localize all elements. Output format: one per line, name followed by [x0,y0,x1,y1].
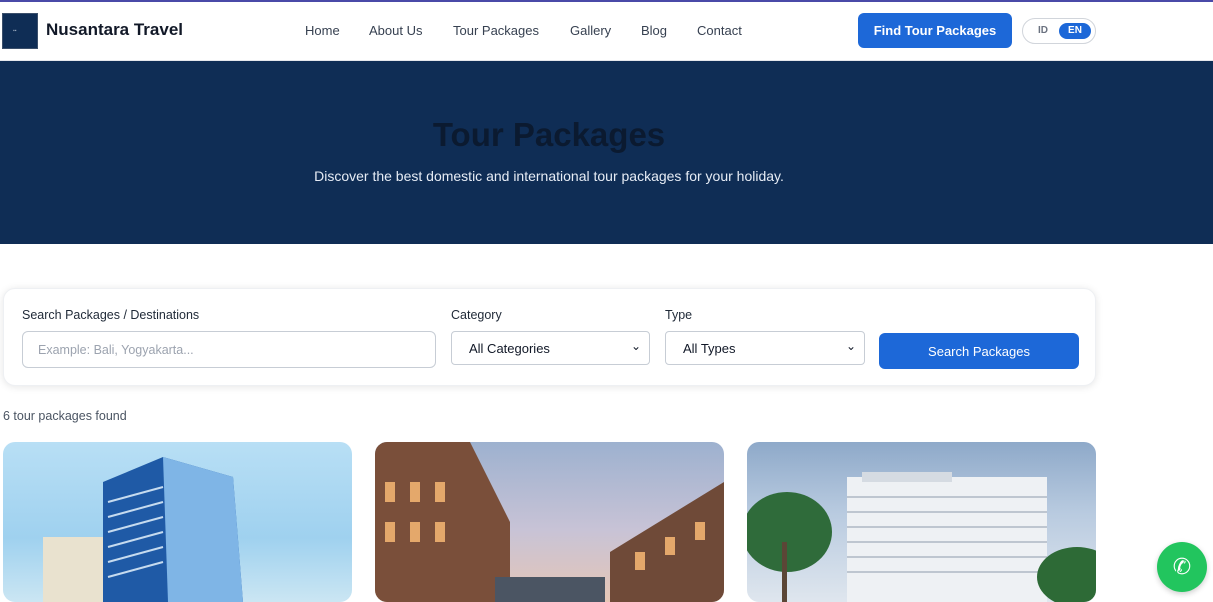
lang-en-option[interactable]: EN [1059,23,1091,39]
category-select-value: All Categories [469,341,550,356]
search-form: Search Packages / Destinations Category … [3,288,1096,386]
brand-name[interactable]: Nusantara Travel [46,20,183,40]
chevron-down-icon: ⌄ [845,339,856,353]
logo-icon[interactable]: ▪▪ [2,13,38,49]
lang-id-option[interactable]: ID [1031,23,1055,39]
package-card-image[interactable] [375,442,724,602]
chevron-down-icon: ⌄ [630,339,641,353]
category-select[interactable]: All Categories ⌄ [451,331,650,365]
results-count: 6 tour packages found [3,409,127,423]
package-card-image[interactable] [747,442,1096,602]
hotel-courtyard-image [375,442,724,602]
type-label: Type [665,308,693,322]
hotel-tower-image [43,457,243,602]
package-card-image[interactable] [3,442,352,602]
nav-gallery[interactable]: Gallery [570,23,611,38]
nav-home[interactable]: Home [305,23,340,38]
nav-about-us[interactable]: About Us [369,23,422,38]
page-title: Tour Packages [432,116,666,153]
whatsapp-icon[interactable]: ✆ [1157,542,1207,592]
category-label: Category [451,308,502,322]
site-header: ▪▪ Nusantara Travel Home About Us Tour P… [0,2,1213,61]
nav-blog[interactable]: Blog [641,23,667,38]
nav-contact[interactable]: Contact [697,23,742,38]
search-packages-button[interactable]: Search Packages [879,333,1079,369]
nav-tour-packages[interactable]: Tour Packages [453,23,539,38]
find-tour-packages-button[interactable]: Find Tour Packages [858,13,1012,48]
hotel-building-image [747,472,1096,602]
search-query-label: Search Packages / Destinations [22,308,200,322]
language-toggle[interactable]: ID EN [1022,18,1096,44]
type-select[interactable]: All Types ⌄ [665,331,865,365]
search-query-input[interactable] [22,331,436,368]
hero-banner: Tour Packages Discover the best domestic… [0,61,1213,244]
type-select-value: All Types [683,341,736,356]
page-subtitle: Discover the best domestic and internati… [314,168,784,184]
